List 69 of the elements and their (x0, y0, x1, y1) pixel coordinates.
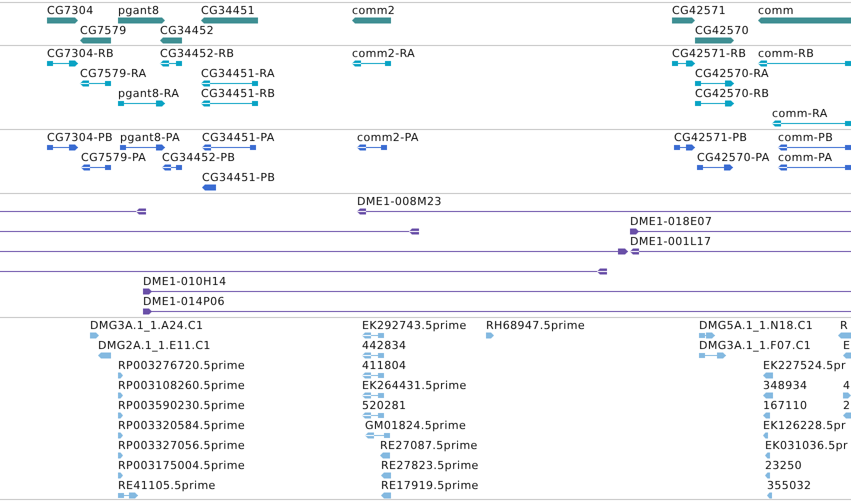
feature-label: pgant8-RA (118, 87, 180, 100)
feature-label: CG42570-PA (697, 151, 770, 164)
feature-label: DMG3A.1_1.A24.C1 (90, 319, 204, 332)
feature-label: RP003320584.5prime (118, 419, 246, 432)
feature-label: DME1-010H14 (143, 275, 227, 288)
feature-label: CG34452-PB (162, 151, 236, 164)
feature-label: 4 (843, 379, 850, 392)
feature-label: comm (758, 4, 794, 17)
feature-label: 442834 (362, 339, 406, 352)
feature-label: 348934 (763, 379, 808, 392)
feature-label: CG42570-RA (695, 67, 769, 80)
feature-label: DME1-001L17 (630, 235, 712, 248)
feature-label: RP003175004.5prime (118, 459, 246, 472)
feature-label: DMG5A.1_1.N18.C1 (699, 319, 814, 332)
feature-label: DMG2A.1_1.E11.C1 (98, 339, 211, 352)
feature-label: RE41105.5prime (118, 479, 216, 492)
feature-label: CG34452-RB (160, 47, 234, 60)
feature-label: CG42571-PB (674, 131, 748, 144)
feature-label: RP003327056.5prime (118, 439, 246, 452)
feature-label: RH68947.5prime (486, 319, 586, 332)
feature-label: EK292743.5prime (362, 319, 467, 332)
feature-label: GM01824.5prime (365, 419, 466, 432)
feature-label: EK126228.5pr (763, 419, 846, 432)
feature-label: CG34451-RB (201, 87, 276, 100)
feature-label: 2 (843, 399, 850, 412)
feature-label: E (843, 339, 850, 352)
feature-label: comm-RB (758, 47, 814, 60)
feature-label: CG7579-RA (80, 67, 146, 80)
feature-label: comm2-RA (352, 47, 416, 60)
feature-label: RE27087.5prime (380, 439, 478, 452)
feature-label: CG34452 (160, 24, 214, 37)
feature-label: EK031036.5pr (765, 439, 848, 452)
feature-label: CG34451 (201, 4, 255, 17)
feature-label: DMG3A.1_1.F07.C1 (699, 339, 812, 352)
feature-label: CG7579-PA (81, 151, 146, 164)
feature-label: pgant8-PA (120, 131, 180, 144)
feature-label: DME1-014P06 (143, 295, 225, 308)
feature-label: RP003108260.5prime (118, 379, 246, 392)
feature-label: CG7579 (80, 24, 127, 37)
feature-label: CG42570 (695, 24, 749, 37)
feature-label: CG34451-PB (202, 171, 276, 184)
feature-label: CG7304 (47, 4, 94, 17)
feature-label: CG7304-PB (47, 131, 113, 144)
feature-label: R (840, 319, 848, 332)
feature-label: pgant8 (118, 4, 160, 17)
feature-label: comm-PA (778, 151, 832, 164)
feature-label: comm-RA (772, 107, 828, 120)
feature-label: CG42570-RB (695, 87, 770, 100)
feature-label: CG34451-PA (202, 131, 275, 144)
feature-label: DME1-018E07 (630, 215, 712, 228)
feature-label: EK264431.5prime (362, 379, 467, 392)
feature-label: 23250 (765, 459, 802, 472)
feature-label: comm-PB (778, 131, 834, 144)
feature-label: CG42571-RB (672, 47, 746, 60)
feature-label: comm2-PA (357, 131, 419, 144)
feature-label: CG42571 (672, 4, 726, 17)
feature-label: RE27823.5prime (381, 459, 479, 472)
feature-label: comm2 (352, 4, 396, 17)
feature-label: 355032 (767, 479, 812, 492)
feature-label: 167110 (763, 399, 808, 412)
feature-label: 520281 (362, 399, 406, 412)
feature-label: RE17919.5prime (381, 479, 479, 492)
feature-label: EK227524.5pr (763, 359, 846, 372)
feature-label: RP003276720.5prime (118, 359, 246, 372)
feature-label: CG34451-RA (201, 67, 275, 80)
feature-label: 411804 (362, 359, 406, 372)
feature-label: DME1-008M23 (357, 195, 442, 208)
feature-label: CG7304-RB (47, 47, 114, 60)
feature-label: RP003590230.5prime (118, 399, 246, 412)
